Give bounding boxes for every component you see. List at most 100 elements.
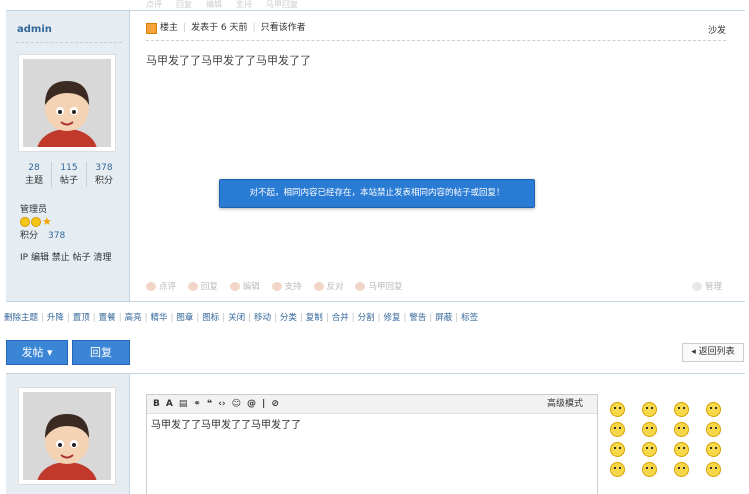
- manage-link[interactable]: 管理: [691, 280, 722, 294]
- author-name[interactable]: admin: [17, 24, 52, 35]
- score-value: 378: [48, 231, 66, 241]
- stat-threads[interactable]: 28 主题: [17, 162, 51, 187]
- stat-credits-label: 积分: [94, 176, 113, 186]
- mod-link[interactable]: 置顶: [73, 313, 90, 323]
- prev-action-item[interactable]: 支持: [236, 1, 252, 9]
- floor-number[interactable]: 沙发: [708, 23, 726, 36]
- mod-link[interactable]: 合并: [332, 313, 349, 323]
- action-support[interactable]: 支持: [271, 280, 302, 294]
- action-edit-label: 编辑: [242, 282, 260, 292]
- mod-link[interactable]: 关闭: [228, 313, 245, 323]
- stat-credits[interactable]: 378 积分: [86, 162, 121, 187]
- user-group[interactable]: 管理员: [20, 204, 112, 216]
- action-comment[interactable]: 点评: [146, 280, 176, 294]
- smilies-panel: [610, 402, 738, 477]
- separator: |: [274, 313, 277, 323]
- editor-tool-button[interactable]: ☺: [232, 395, 241, 414]
- smiley-sweat-icon[interactable]: [642, 442, 657, 457]
- avatar-cartoon-icon: [23, 392, 111, 480]
- action-vest-reply[interactable]: 马甲回复: [355, 280, 402, 294]
- new-post-button[interactable]: 发帖 ▾: [6, 340, 68, 365]
- mod-link[interactable]: 移动: [254, 313, 271, 323]
- smiley-funk-icon[interactable]: [642, 462, 657, 477]
- separator: |: [325, 313, 329, 323]
- mod-link[interactable]: 警告: [409, 313, 426, 323]
- mod-link[interactable]: 图标: [202, 313, 219, 323]
- post-content: 马甲发了了马甲发了了马甲发了了: [146, 54, 311, 67]
- smiley-smile-icon[interactable]: [610, 402, 625, 417]
- mod-link[interactable]: 置餐: [99, 313, 116, 323]
- separator: |: [377, 313, 381, 323]
- page: 点评 回复 编辑 支持 马甲回复 admin 28 主题 115 帖子 378 …: [0, 0, 749, 494]
- post-actions: 点评 回复 编辑 支持 反对 马甲回复 管理: [146, 280, 731, 294]
- separator: |: [144, 313, 148, 323]
- editor-tool-button[interactable]: ⚭: [193, 395, 201, 414]
- advanced-mode-link[interactable]: 高级模式: [547, 395, 583, 414]
- editor-tool-button[interactable]: B: [153, 395, 160, 414]
- stat-posts[interactable]: 115 帖子: [51, 162, 86, 187]
- smiley-titter-icon[interactable]: [610, 442, 625, 457]
- quick-reply-sidebar: [6, 374, 130, 494]
- smiley-dizzy-icon[interactable]: [706, 462, 721, 477]
- smiley-shocked-icon[interactable]: [642, 422, 657, 437]
- mod-link[interactable]: 高亮: [125, 313, 142, 323]
- thumb-down-icon: [313, 282, 324, 291]
- smiley-mad-icon[interactable]: [674, 442, 689, 457]
- editor-tool-button[interactable]: @: [247, 395, 256, 414]
- reply-textarea[interactable]: 马甲发了了马甲发了了马甲发了了: [147, 414, 597, 438]
- mod-link[interactable]: 分割: [358, 313, 375, 323]
- smiley-loveliness-icon[interactable]: [610, 462, 625, 477]
- only-author-link[interactable]: 只看该作者: [261, 23, 306, 33]
- author-stats: 28 主题 115 帖子 378 积分: [17, 162, 121, 187]
- avatar-image: [23, 392, 111, 480]
- post-header: 楼主 | 发表于 6 天前 | 只看该作者 沙发: [146, 23, 726, 41]
- mod-link[interactable]: 升降: [47, 313, 64, 323]
- smiley-shy-icon[interactable]: [706, 422, 721, 437]
- editor-tool-button[interactable]: ‹›: [218, 395, 225, 414]
- mod-link[interactable]: 精华: [150, 313, 167, 323]
- editor-toolbar: B A ▤ ⚭ ❝ ‹› ☺ @ | ⊘ 高级模式: [147, 395, 597, 414]
- author-score: 积分 378: [20, 230, 112, 242]
- editor-tool-button[interactable]: ❝: [207, 395, 212, 414]
- avatar[interactable]: [18, 54, 116, 152]
- smiley-tongue-icon[interactable]: [674, 422, 689, 437]
- back-to-list-button[interactable]: ◂ 返回列表: [682, 343, 744, 362]
- smiley-sad-icon[interactable]: [642, 402, 657, 417]
- mod-link[interactable]: 删除主题: [4, 313, 38, 323]
- prev-action-item[interactable]: 点评: [146, 1, 162, 9]
- manage-icon: [691, 282, 702, 291]
- separator: |: [92, 313, 96, 323]
- stat-threads-label: 主题: [24, 176, 43, 186]
- reply-editor: B A ▤ ⚭ ❝ ‹› ☺ @ | ⊘ 高级模式 马甲发了了马甲发了了马甲发了了: [146, 394, 598, 494]
- action-reply[interactable]: 回复: [187, 280, 218, 294]
- smiley-cry-icon[interactable]: [706, 402, 721, 417]
- smiley-curse-icon[interactable]: [674, 462, 689, 477]
- editor-tool-button[interactable]: ▤: [179, 395, 188, 414]
- stat-credits-value: 378: [95, 163, 113, 173]
- mod-link[interactable]: 图章: [176, 313, 193, 323]
- action-oppose[interactable]: 反对: [313, 280, 344, 294]
- moderation-bar: 删除主题 | 升降 | 置顶 | 置餐 | 高亮 | 精华 | 图章 | 图标 | 关闭 | 移动 | 分类 | 复制 | 合并…: [4, 313, 744, 324]
- smiley-huffy-icon[interactable]: [610, 422, 625, 437]
- reply-button[interactable]: 回复: [72, 340, 130, 365]
- mod-link[interactable]: 屏蔽: [435, 313, 452, 323]
- smiley-biggrin-icon[interactable]: [674, 402, 689, 417]
- admin-links[interactable]: IP 编辑 禁止 帖子 清理: [20, 250, 112, 263]
- post-floor-1: admin 28 主题 115 帖子 378 积分 管理员 ★ 积分 378 I…: [6, 10, 745, 302]
- edit-icon: [229, 282, 240, 291]
- mod-link[interactable]: 复制: [306, 313, 323, 323]
- smiley-lol-icon[interactable]: [706, 442, 721, 457]
- mod-link[interactable]: 分类: [280, 313, 297, 323]
- avatar[interactable]: [18, 387, 116, 485]
- prev-action-item[interactable]: 回复: [176, 1, 192, 9]
- separator: |: [248, 313, 252, 323]
- mod-link[interactable]: 标签: [461, 313, 478, 323]
- editor-tool-button[interactable]: ⊘: [271, 395, 279, 414]
- mod-link[interactable]: 修复: [383, 313, 400, 323]
- prev-action-item[interactable]: 编辑: [206, 1, 222, 9]
- editor-tool-button[interactable]: |: [262, 395, 265, 414]
- prev-action-item[interactable]: 马甲回复: [266, 1, 298, 9]
- editor-tool-button[interactable]: A: [166, 395, 173, 414]
- action-edit[interactable]: 编辑: [229, 280, 260, 294]
- quick-reply: B A ▤ ⚭ ❝ ‹› ☺ @ | ⊘ 高级模式 马甲发了了马甲发了了马甲发了了: [6, 373, 745, 494]
